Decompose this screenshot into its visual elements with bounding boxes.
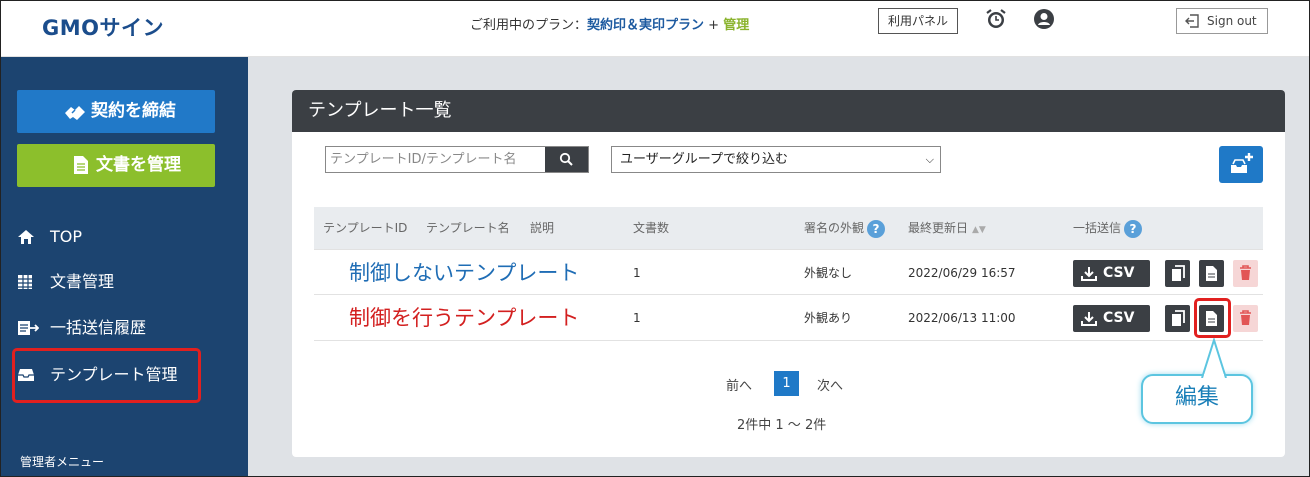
template-list-card: テンプレート一覧 ユーザーグループで絞り込む ⌵ テンプレートI	[292, 90, 1285, 457]
col-bulk-send-label: 一括送信	[1073, 221, 1122, 235]
sidebar: 契約を締結 文書を管理 TOP 文書管理 一括送信履歴 テンプレート管理 管理者…	[0, 57, 248, 477]
home-icon	[18, 230, 34, 244]
chevron-down-icon: ⌵	[925, 153, 934, 166]
plan-plus: +	[704, 18, 724, 33]
sidebar-item-label: 文書管理	[50, 272, 115, 291]
add-template-icon	[1231, 153, 1253, 173]
copy-button[interactable]	[1165, 305, 1190, 332]
col-appearance-label: 署名の外観	[804, 221, 865, 235]
table-header: テンプレートID テンプレート名 説明 文書数 署名の外観? 最終更新日 ▲▼ 一…	[314, 207, 1263, 249]
current-page[interactable]: 1	[774, 371, 799, 396]
result-count: 2件中 1 ～ 2件	[737, 418, 827, 433]
csv-label: CSV	[1103, 310, 1135, 326]
copy-button[interactable]	[1165, 260, 1190, 287]
document-icon	[74, 156, 88, 174]
usage-panel-button[interactable]: 利用パネル	[878, 8, 958, 34]
col-updated-label: 最終更新日	[908, 221, 969, 235]
sign-out-icon	[1185, 14, 1199, 28]
delete-button[interactable]	[1233, 305, 1258, 332]
doc-count: 1	[633, 266, 641, 280]
sidebar-item-label: 一括送信履歴	[50, 318, 147, 337]
sidebar-item-documents[interactable]: 文書管理	[17, 269, 114, 295]
updated-date: 2022/06/13 11:00	[908, 311, 1016, 325]
search-input[interactable]	[326, 147, 545, 172]
table-icon	[18, 275, 32, 289]
csv-download-button[interactable]: CSV	[1073, 260, 1150, 287]
delete-button[interactable]	[1233, 260, 1258, 287]
sort-icon: ▲▼	[972, 225, 986, 235]
col-template-id[interactable]: テンプレートID	[323, 207, 407, 249]
appearance: 外観あり	[804, 311, 853, 325]
sidebar-item-label: TOP	[50, 227, 83, 246]
edit-callout: 編集	[1141, 374, 1253, 424]
handshake-icon	[65, 106, 85, 120]
copy-icon	[1172, 310, 1185, 326]
search-box	[325, 146, 589, 173]
col-doc-count: 文書数	[633, 221, 670, 235]
sidebar-item-top[interactable]: TOP	[17, 224, 82, 250]
add-template-button[interactable]	[1219, 146, 1263, 183]
document-edit-icon	[1206, 266, 1217, 281]
template-table: テンプレートID テンプレート名 説明 文書数 署名の外観? 最終更新日 ▲▼ 一…	[314, 207, 1263, 341]
next-page-link[interactable]: 次へ	[817, 375, 843, 394]
plan-info: ご利用中のプラン：契約印＆実印プラン + 管理	[470, 14, 749, 33]
col-description: 説明	[530, 221, 555, 235]
alarm-clock-icon[interactable]	[985, 8, 1007, 30]
help-icon[interactable]: ?	[1124, 219, 1143, 238]
col-template-name[interactable]: テンプレート名	[426, 207, 510, 249]
contract-button[interactable]: 契約を締結	[17, 90, 215, 133]
updated-date: 2022/06/29 16:57	[908, 266, 1016, 280]
doc-count: 1	[633, 311, 641, 325]
plan-addon: 管理	[723, 18, 750, 33]
plan-prefix: ご利用中のプラン：	[470, 18, 588, 33]
logo: GMOサイン	[42, 16, 164, 40]
admin-menu-heading: 管理者メニュー	[20, 455, 105, 469]
manage-docs-label: 文書を管理	[96, 155, 181, 175]
top-header: GMOサイン ご利用中のプラン：契約印＆実印プラン + 管理 利用パネル Sig…	[0, 0, 1310, 57]
search-icon	[559, 152, 573, 166]
template-name[interactable]: 制御を行うテンプレート	[349, 295, 579, 341]
sign-out-button[interactable]: Sign out	[1176, 8, 1268, 34]
user-circle-icon[interactable]	[1033, 8, 1055, 30]
template-name[interactable]: 制御しないテンプレート	[349, 250, 579, 296]
appearance: 外観なし	[804, 266, 853, 280]
callout-pointer	[1201, 338, 1227, 378]
sidebar-item-bulk-history[interactable]: 一括送信履歴	[17, 315, 146, 341]
pagination: 前へ 1 次へ	[292, 369, 1285, 399]
col-updated[interactable]: 最終更新日 ▲▼	[908, 207, 986, 251]
bulk-send-icon	[18, 321, 39, 335]
prev-page-link[interactable]: 前へ	[726, 375, 752, 394]
col-bulk-send: 一括送信?	[1073, 207, 1143, 249]
col-appearance: 署名の外観?	[804, 207, 886, 249]
download-icon	[1081, 267, 1097, 281]
table-row: 制御を行うテンプレート 1 外観あり 2022/06/13 11:00 CSV	[314, 295, 1263, 341]
trash-icon	[1240, 310, 1251, 325]
table-row: 制御しないテンプレート 1 外観なし 2022/06/29 16:57 CSV	[314, 249, 1263, 295]
user-group-select[interactable]: ユーザーグループで絞り込む ⌵	[611, 146, 941, 173]
user-group-select-value: ユーザーグループで絞り込む	[620, 152, 788, 167]
page-title: テンプレート一覧	[292, 90, 1285, 132]
plan-name: 契約印＆実印プラン	[587, 18, 705, 33]
contract-button-label: 契約を締結	[91, 101, 176, 121]
trash-icon	[1240, 265, 1251, 280]
copy-icon	[1172, 265, 1185, 281]
edit-button[interactable]	[1199, 260, 1224, 287]
csv-download-button[interactable]: CSV	[1073, 305, 1150, 332]
sign-out-label: Sign out	[1207, 14, 1257, 28]
edit-highlight-box	[1194, 298, 1231, 338]
manage-docs-button[interactable]: 文書を管理	[17, 144, 215, 187]
search-button[interactable]	[545, 147, 588, 172]
csv-label: CSV	[1103, 265, 1135, 281]
templates-highlight-box	[12, 348, 201, 403]
help-icon[interactable]: ?	[867, 219, 886, 238]
download-icon	[1081, 312, 1097, 326]
